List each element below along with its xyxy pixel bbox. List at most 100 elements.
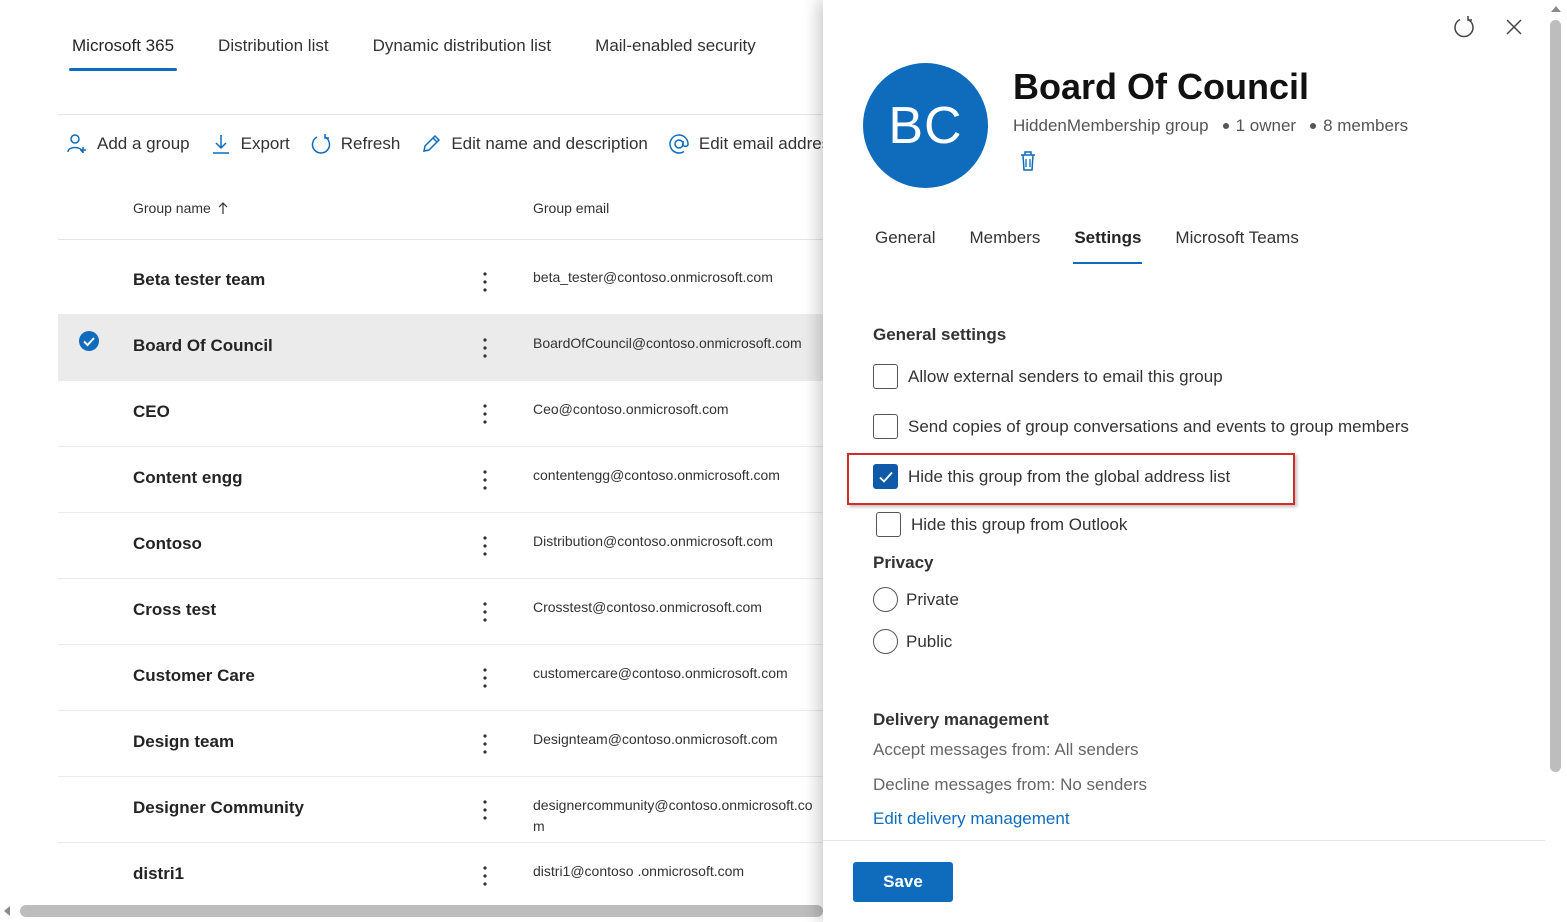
table-row[interactable]: Beta tester team beta_tester@contoso.onmi…: [58, 249, 823, 315]
separator-dot: [1310, 123, 1317, 129]
add-group-button[interactable]: Add a group: [66, 133, 190, 155]
table-row[interactable]: Customer Care customercare@contoso.onmicr…: [58, 645, 823, 711]
hide-outlook-checkbox[interactable]: [876, 512, 901, 537]
delivery-management-heading: Delivery management: [873, 710, 1049, 729]
general-settings-heading: General settings: [873, 325, 1007, 344]
privacy-heading: Privacy: [873, 553, 934, 572]
pencil-icon: [423, 134, 441, 152]
group-email-cell: beta_tester@contoso.onmicrosoft.com: [533, 269, 773, 285]
column-header-group-email[interactable]: Group email: [533, 200, 609, 216]
edit-email-button[interactable]: Edit email address: [668, 133, 823, 155]
group-name-cell[interactable]: Board Of Council: [133, 315, 273, 377]
refresh-icon: [311, 134, 331, 154]
decline-messages-text: Decline messages from: No senders: [873, 775, 1148, 794]
table-row[interactable]: Cross test Crosstest@contoso.onmicrosoft.…: [58, 579, 823, 645]
public-radio[interactable]: [873, 629, 898, 654]
close-icon[interactable]: [1502, 15, 1526, 39]
allow-external-checkbox[interactable]: [873, 364, 898, 389]
more-options-icon[interactable]: [476, 797, 494, 823]
group-name-cell[interactable]: Customer Care: [133, 645, 255, 707]
horizontal-scrollbar[interactable]: [20, 905, 823, 917]
export-button[interactable]: Export: [210, 133, 290, 155]
save-button[interactable]: Save: [853, 862, 953, 902]
group-name-cell[interactable]: Designer Community: [133, 777, 304, 839]
tab-general[interactable]: General: [863, 216, 947, 264]
table-row[interactable]: Design team Designteam@contoso.onmicrosof…: [58, 711, 823, 777]
privacy-private-option[interactable]: Private: [873, 587, 959, 612]
more-options-icon[interactable]: [476, 533, 494, 559]
group-name-cell[interactable]: Design team: [133, 711, 234, 773]
panel-tabs: General Members Settings Microsoft Teams: [863, 216, 1321, 264]
edit-name-button[interactable]: Edit name and description: [420, 133, 648, 155]
delete-icon[interactable]: [1018, 150, 1038, 172]
sort-ascending-icon: [218, 202, 228, 214]
refresh-button[interactable]: Refresh: [310, 133, 401, 155]
hide-gal-option[interactable]: Hide this group from the global address …: [873, 464, 1230, 489]
group-email-cell: distri1@contoso .onmicrosoft.com: [533, 863, 745, 879]
group-name-cell[interactable]: Beta tester team: [133, 249, 265, 311]
scroll-left-arrow[interactable]: [4, 906, 10, 916]
group-email-cell: customercare@contoso.onmicrosoft.com: [533, 665, 788, 681]
tab-microsoft-teams[interactable]: Microsoft Teams: [1163, 216, 1310, 264]
refresh-icon[interactable]: [1452, 15, 1476, 39]
scroll-up-arrow[interactable]: [1551, 6, 1561, 12]
tab-distribution-list[interactable]: Distribution list: [204, 0, 343, 72]
at-sign-icon: [669, 134, 689, 154]
table-row[interactable]: distri1 distri1@contoso .onmicrosoft.com: [58, 843, 823, 909]
more-options-icon[interactable]: [476, 599, 494, 625]
column-header-group-name[interactable]: Group name: [133, 200, 229, 216]
refresh-label: Refresh: [340, 134, 401, 153]
group-name-cell[interactable]: distri1: [133, 843, 184, 905]
separator-dot: [1222, 123, 1229, 129]
private-radio[interactable]: [873, 587, 898, 612]
tab-mail-enabled-security[interactable]: Mail-enabled security: [581, 0, 770, 72]
group-email-cell: designercommunity@contoso.onmicrosoft.co…: [533, 797, 813, 834]
allow-external-label: Allow external senders to email this gro…: [908, 366, 1223, 386]
more-options-icon[interactable]: [476, 335, 494, 361]
table-row[interactable]: CEO Ceo@contoso.onmicrosoft.com: [58, 381, 823, 447]
tab-dynamic-distribution-list[interactable]: Dynamic distribution list: [359, 0, 566, 72]
group-name-cell[interactable]: CEO: [133, 381, 170, 443]
groups-list-area: Microsoft 365 Distribution list Dynamic …: [0, 0, 823, 922]
privacy-public-option[interactable]: Public: [873, 629, 952, 654]
send-copies-option[interactable]: Send copies of group conversations and e…: [873, 414, 1409, 439]
footer-divider: [823, 840, 1545, 841]
table-row[interactable]: Content engg contentengg@contoso.onmicros…: [58, 447, 823, 513]
hide-outlook-label: Hide this group from Outlook: [911, 514, 1128, 534]
vertical-scrollbar[interactable]: [1550, 20, 1561, 772]
download-icon: [212, 135, 229, 154]
add-group-label: Add a group: [97, 134, 190, 153]
edit-delivery-management-link[interactable]: Edit delivery management: [873, 809, 1070, 829]
tab-microsoft-365[interactable]: Microsoft 365: [58, 0, 188, 72]
group-name-cell[interactable]: Contoso: [133, 513, 202, 575]
checkmark-icon: [878, 471, 893, 483]
vertical-scrollbar-track: [1545, 0, 1567, 922]
selected-check-icon[interactable]: [78, 330, 100, 352]
tab-members[interactable]: Members: [957, 216, 1052, 264]
more-options-icon[interactable]: [476, 401, 494, 427]
group-email-cell: Distribution@contoso.onmicrosoft.com: [533, 533, 773, 549]
allow-external-option[interactable]: Allow external senders to email this gro…: [873, 364, 1223, 389]
table-row[interactable]: Contoso Distribution@contoso.onmicrosoft.…: [58, 513, 823, 579]
group-name-cell[interactable]: Cross test: [133, 579, 216, 641]
export-label: Export: [240, 134, 290, 153]
accept-messages-text: Accept messages from: All senders: [873, 740, 1139, 759]
panel-title: Board Of Council: [1013, 66, 1309, 107]
more-options-icon[interactable]: [476, 467, 494, 493]
group-email-cell: contentengg@contoso.onmicrosoft.com: [533, 467, 780, 483]
hide-gal-checkbox[interactable]: [873, 464, 898, 489]
more-options-icon[interactable]: [476, 863, 494, 889]
column-group-name-label: Group name: [133, 200, 211, 216]
group-name-cell[interactable]: Content engg: [133, 447, 243, 509]
send-copies-checkbox[interactable]: [873, 414, 898, 439]
group-type: HiddenMembership group: [1013, 116, 1209, 135]
group-email-cell: Ceo@contoso.onmicrosoft.com: [533, 401, 729, 417]
hide-outlook-option[interactable]: Hide this group from Outlook: [876, 512, 1127, 537]
more-options-icon[interactable]: [476, 731, 494, 757]
table-row[interactable]: Designer Community designercommunity@cont…: [58, 777, 823, 843]
table-row[interactable]: Board Of Council BoardOfCouncil@contoso.o…: [58, 315, 823, 381]
toolbar: Add a group Export Refresh Edit name and…: [66, 126, 823, 162]
more-options-icon[interactable]: [476, 269, 494, 295]
more-options-icon[interactable]: [476, 665, 494, 691]
tab-settings[interactable]: Settings: [1062, 216, 1153, 264]
